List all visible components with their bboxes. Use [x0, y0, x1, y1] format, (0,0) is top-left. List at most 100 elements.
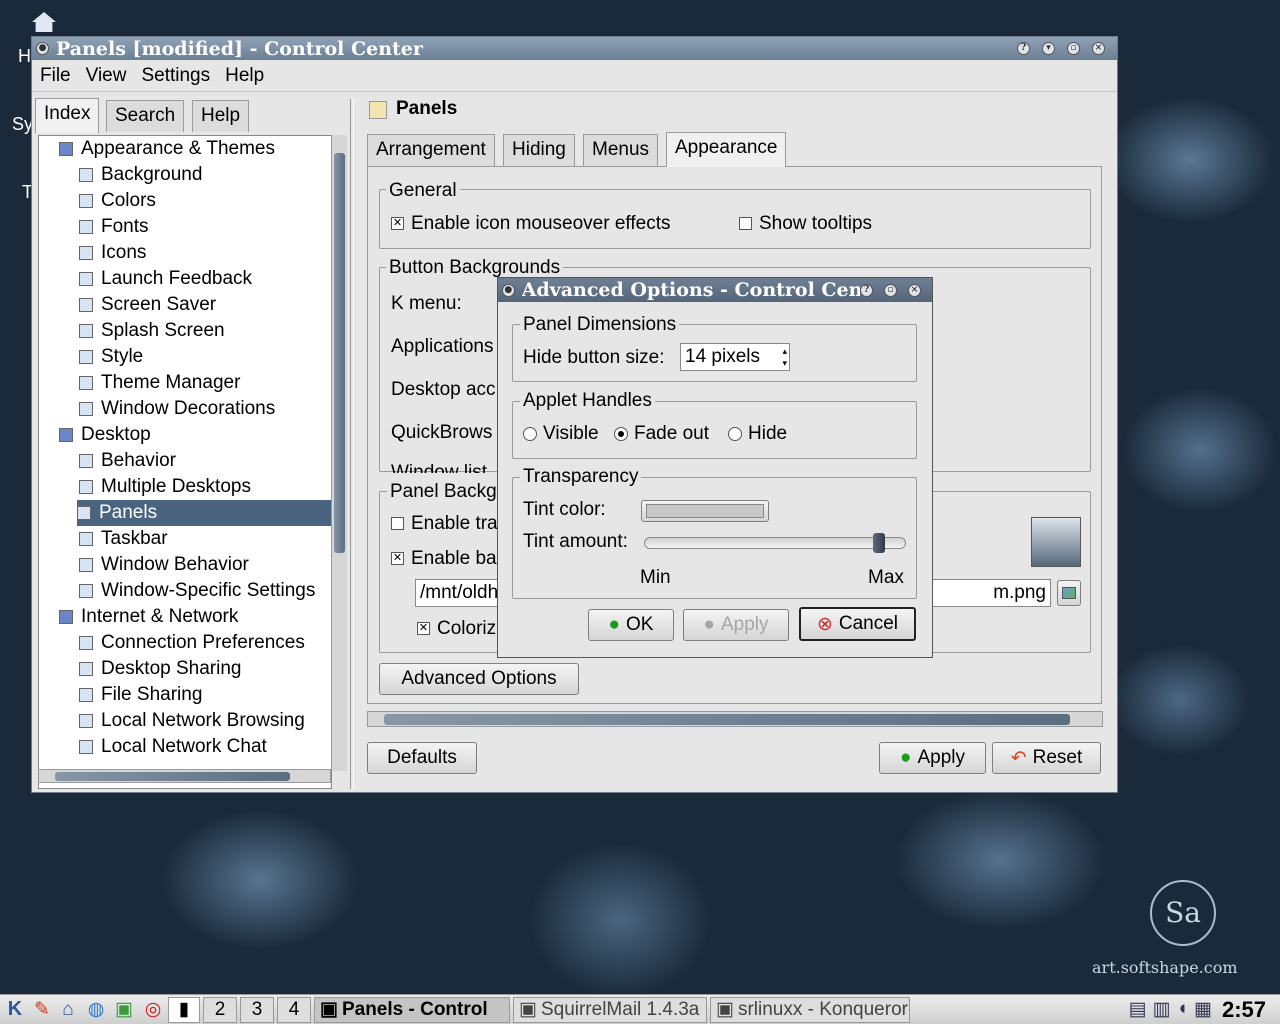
enable-transparency-checkbox[interactable]: Enable tra	[391, 513, 498, 535]
tree-item[interactable]: Colors	[79, 188, 156, 214]
desktop-label-fragment: Sy	[12, 114, 34, 134]
tint-amount-slider[interactable]	[644, 533, 906, 553]
task-konqueror[interactable]: ▣ srlinuxx - Konqueror	[710, 996, 910, 1023]
tab-menus[interactable]: Menus	[583, 134, 659, 166]
spin-arrows-icon[interactable]: ▴ ▾	[782, 345, 787, 369]
tree-item[interactable]: Style	[79, 344, 143, 370]
show-tooltips-checkbox[interactable]: Show tooltips	[739, 213, 872, 235]
reset-button[interactable]: ↶ Reset	[992, 742, 1101, 774]
tint-color-button[interactable]	[641, 500, 769, 522]
tree-item-label: Behavior	[101, 450, 176, 471]
window-titlebar[interactable]: ● Panels [modified] - Control Center ? ▾…	[32, 37, 1117, 60]
apply-button-disabled[interactable]: ● Apply	[683, 609, 789, 641]
desktop-pager-1[interactable]: ▮	[168, 996, 200, 1023]
tree-horizontal-scrollbar[interactable]	[38, 769, 331, 783]
help-icon[interactable]: ?	[1017, 42, 1030, 55]
tree-item[interactable]: Icons	[79, 240, 146, 266]
tree-item[interactable]: Connection Preferences	[79, 630, 305, 656]
colorize-checkbox[interactable]: ✕ Colorize	[417, 618, 507, 640]
enable-mouseover-checkbox[interactable]: ✕ Enable icon mouseover effects	[391, 213, 670, 235]
enable-background-checkbox[interactable]: ✕ Enable ba	[391, 548, 497, 570]
hide-button-size-spinbox[interactable]: 14 pixels ▴ ▾	[680, 343, 790, 371]
apply-button[interactable]: ● Apply	[879, 742, 986, 774]
menu-help[interactable]: Help	[225, 65, 264, 87]
tree-vertical-scrollbar[interactable]	[331, 135, 347, 771]
tree-item[interactable]: Panels	[77, 500, 331, 526]
help-lifebuoy-icon[interactable]: ◎	[138, 998, 168, 1021]
menu-settings[interactable]: Settings	[141, 65, 210, 87]
window-icon: ▣	[519, 999, 537, 1020]
tray-kde-icon[interactable]: ▥	[1153, 998, 1171, 1021]
tree-item[interactable]: Window Behavior	[79, 552, 249, 578]
home-folder-icon[interactable]: ⌂	[54, 999, 82, 1021]
close-icon[interactable]: ×	[1092, 42, 1105, 55]
panels-header-icon	[369, 101, 387, 119]
menu-view[interactable]: View	[86, 65, 127, 87]
fade-out-radio[interactable]: Fade out	[614, 423, 709, 445]
tab-arrangement[interactable]: Arrangement	[367, 134, 495, 166]
maximize-icon[interactable]: ▫	[884, 283, 897, 297]
tray-network-icon[interactable]: ▦	[1194, 998, 1212, 1021]
system-tray: ▤ ▥ ◖ ▦	[1129, 998, 1212, 1021]
window-menu-icon[interactable]: ●	[36, 42, 49, 55]
home-icon[interactable]	[32, 12, 56, 32]
close-icon[interactable]: ×	[908, 283, 921, 297]
tree-item[interactable]: Local Network Browsing	[79, 708, 305, 734]
clock[interactable]: 2:57	[1222, 997, 1266, 1023]
taskbar: K ✎ ⌂ ◍ ▣ ◎ ▮ 2 3 4 ▣ Panels - Control ▣ S…	[0, 994, 1280, 1024]
minimize-icon[interactable]: ▾	[1042, 42, 1055, 55]
tree-item[interactable]: Desktop Sharing	[79, 656, 241, 682]
tree-item[interactable]: Behavior	[79, 448, 176, 474]
help-icon[interactable]: ?	[860, 283, 873, 297]
tab-help[interactable]: Help	[192, 100, 250, 132]
tree-item[interactable]: Splash Screen	[79, 318, 225, 344]
tab-appearance[interactable]: Appearance	[666, 132, 787, 167]
launch-feedback-icon	[79, 272, 93, 286]
tree-item[interactable]: Window-Specific Settings	[79, 578, 315, 604]
advanced-options-button[interactable]: Advanced Options	[379, 663, 579, 695]
slider-handle[interactable]	[873, 533, 885, 553]
hide-radio[interactable]: Hide	[728, 423, 787, 445]
desktop-pager-4[interactable]: 4	[277, 996, 311, 1023]
window-menu-icon[interactable]: ●	[502, 283, 515, 297]
control-center-icon[interactable]: ▣	[110, 998, 138, 1021]
browse-image-button[interactable]	[1057, 580, 1081, 606]
tab-search[interactable]: Search	[106, 100, 185, 132]
konqueror-icon[interactable]: ◍	[82, 998, 110, 1021]
show-desktop-icon[interactable]: ✎	[30, 998, 54, 1021]
module-tree[interactable]: Appearance & Themes Background Colors Fonts…	[38, 135, 332, 789]
tree-item[interactable]: Background	[79, 162, 202, 188]
task-control-center[interactable]: ▣ Panels - Control	[314, 996, 510, 1023]
tray-volume-icon[interactable]: ◖	[1177, 998, 1188, 1021]
menu-file[interactable]: File	[40, 65, 71, 87]
tray-clipboard-icon[interactable]: ▤	[1129, 998, 1147, 1021]
tree-item[interactable]: Launch Feedback	[79, 266, 252, 292]
tree-item[interactable]: Local Network Chat	[79, 734, 267, 760]
tree-item-label: Window Behavior	[101, 554, 249, 575]
desktop-pager-2[interactable]: 2	[203, 996, 237, 1023]
ok-button[interactable]: ● OK	[588, 609, 674, 641]
cancel-button[interactable]: ⊗ Cancel	[799, 607, 916, 641]
maximize-icon[interactable]: ▫	[1067, 42, 1080, 55]
tab-hiding[interactable]: Hiding	[503, 134, 575, 166]
tree-item[interactable]: Taskbar	[79, 526, 168, 552]
tree-item[interactable]: Multiple Desktops	[79, 474, 251, 500]
tree-item[interactable]: Fonts	[79, 214, 149, 240]
tab-index[interactable]: Index	[35, 98, 100, 133]
page-horizontal-scrollbar[interactable]	[367, 711, 1103, 727]
tree-item[interactable]: File Sharing	[79, 682, 202, 708]
tree-item[interactable]: Window Decorations	[79, 396, 275, 422]
tree-item[interactable]: Screen Saver	[79, 292, 216, 318]
visible-radio[interactable]: Visible	[523, 423, 599, 445]
slider-max-label: Max	[868, 567, 904, 588]
tree-item[interactable]: Internet & Network	[59, 604, 238, 630]
splitter[interactable]	[350, 99, 354, 789]
tree-item[interactable]: Desktop	[59, 422, 151, 448]
dialog-titlebar[interactable]: ● Advanced Options - Control Center ? ▫ …	[498, 278, 932, 302]
tree-item[interactable]: Theme Manager	[79, 370, 240, 396]
task-squirrelmail[interactable]: ▣ SquirrelMail 1.4.3a	[513, 996, 707, 1023]
desktop-pager-3[interactable]: 3	[240, 996, 274, 1023]
tree-item[interactable]: Appearance & Themes	[59, 136, 275, 162]
defaults-button[interactable]: Defaults	[367, 742, 477, 774]
k-menu-icon[interactable]: K	[0, 998, 30, 1021]
